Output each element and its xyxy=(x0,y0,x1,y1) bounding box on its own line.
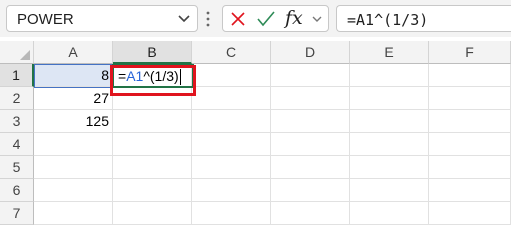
chevron-down-icon[interactable] xyxy=(176,12,192,26)
formula-prefix: = xyxy=(118,68,127,84)
cell-c7[interactable] xyxy=(192,202,271,225)
formula-bar: POWER fx =A1^(1/3) xyxy=(0,0,511,37)
cell-b5[interactable] xyxy=(113,156,192,179)
column-header-e[interactable]: E xyxy=(350,41,429,64)
select-all-button[interactable] xyxy=(0,41,34,64)
formula-input[interactable]: =A1^(1/3) xyxy=(336,5,511,32)
insert-function-button[interactable]: fx xyxy=(285,7,303,29)
cell-c6[interactable] xyxy=(192,179,271,202)
cell-d6[interactable] xyxy=(271,179,350,202)
formula-text[interactable]: =A1^(1/3) xyxy=(347,11,428,29)
cell-e3[interactable] xyxy=(350,110,429,133)
column-header-a[interactable]: A xyxy=(34,41,113,64)
chevron-down-icon[interactable] xyxy=(311,13,323,25)
row-header-3[interactable]: 3 xyxy=(0,110,34,133)
name-box[interactable]: POWER xyxy=(6,5,198,32)
cell-b1-editor[interactable]: =A1^(1/3) xyxy=(118,68,181,86)
cell-c2[interactable] xyxy=(192,87,271,110)
cell-grid: 8 27 125 xyxy=(34,64,511,231)
cell-b3[interactable] xyxy=(113,110,192,133)
name-box-value[interactable]: POWER xyxy=(17,11,74,28)
cell-b6[interactable] xyxy=(113,179,192,202)
cell-f2[interactable] xyxy=(429,87,511,110)
cell-a3[interactable]: 125 xyxy=(34,110,113,133)
cell-e1[interactable] xyxy=(350,64,429,87)
cell-d7[interactable] xyxy=(271,202,350,225)
cell-d1[interactable] xyxy=(271,64,350,87)
text-caret xyxy=(179,69,181,86)
cell-c1[interactable] xyxy=(192,64,271,87)
column-header-c[interactable]: C xyxy=(192,41,271,64)
cell-f7[interactable] xyxy=(429,202,511,225)
cell-f5[interactable] xyxy=(429,156,511,179)
row-header-5[interactable]: 5 xyxy=(0,156,34,179)
cell-d3[interactable] xyxy=(271,110,350,133)
cell-a4[interactable] xyxy=(34,133,113,156)
cell-f3[interactable] xyxy=(429,110,511,133)
cell-a7[interactable] xyxy=(34,202,113,225)
cell-a5[interactable] xyxy=(34,156,113,179)
cell-c5[interactable] xyxy=(192,156,271,179)
cell-d5[interactable] xyxy=(271,156,350,179)
cell-b7[interactable] xyxy=(113,202,192,225)
cell-e5[interactable] xyxy=(350,156,429,179)
cell-a1[interactable]: 8 xyxy=(34,64,113,87)
cell-a2[interactable]: 27 xyxy=(34,87,113,110)
cancel-icon[interactable] xyxy=(230,11,246,27)
cell-f6[interactable] xyxy=(429,179,511,202)
row-header-2[interactable]: 2 xyxy=(0,87,34,110)
column-header-f[interactable]: F xyxy=(429,41,511,64)
row-header-7[interactable]: 7 xyxy=(0,202,34,225)
cell-b2[interactable] xyxy=(113,87,192,110)
cell-e2[interactable] xyxy=(350,87,429,110)
select-all-icon xyxy=(20,50,30,60)
cell-c3[interactable] xyxy=(192,110,271,133)
enter-check-icon[interactable] xyxy=(257,11,275,27)
cell-d2[interactable] xyxy=(271,87,350,110)
row-header-1[interactable]: 1 xyxy=(0,64,34,87)
cell-a6[interactable] xyxy=(34,179,113,202)
cell-b4[interactable] xyxy=(113,133,192,156)
cell-d4[interactable] xyxy=(271,133,350,156)
cell-f1[interactable] xyxy=(429,64,511,87)
formula-reference: A1 xyxy=(126,68,144,84)
more-options-icon[interactable] xyxy=(205,9,211,29)
cell-e6[interactable] xyxy=(350,179,429,202)
column-header-b[interactable]: B xyxy=(113,41,192,64)
column-header-d[interactable]: D xyxy=(271,41,350,64)
column-headers: A B C D E F xyxy=(0,41,511,64)
cell-f4[interactable] xyxy=(429,133,511,156)
formula-controls: fx xyxy=(222,5,329,32)
row-header-6[interactable]: 6 xyxy=(0,179,34,202)
formula-suffix: ^(1/3) xyxy=(143,68,179,84)
row-header-4[interactable]: 4 xyxy=(0,133,34,156)
cell-e4[interactable] xyxy=(350,133,429,156)
cell-e7[interactable] xyxy=(350,202,429,225)
cell-c4[interactable] xyxy=(192,133,271,156)
